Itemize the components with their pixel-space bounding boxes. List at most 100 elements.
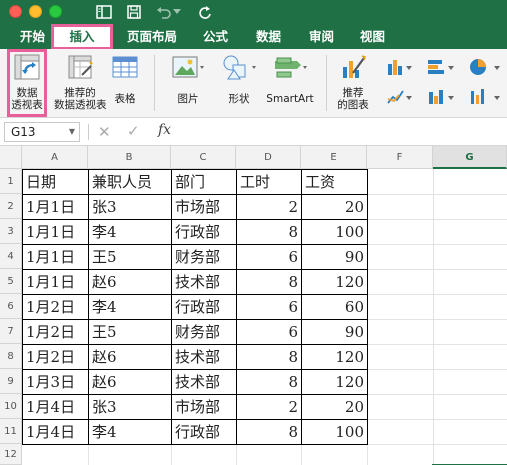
row-header[interactable]: 10 [0,394,22,419]
data-cell[interactable]: 财务部 [172,320,236,344]
data-cell[interactable]: 王5 [89,320,171,344]
data-cell[interactable]: 120 [302,345,367,369]
header-cell[interactable]: 工时 [237,170,301,194]
data-cell[interactable]: 1月2日 [23,295,88,319]
data-cell[interactable]: 1月1日 [23,195,88,219]
data-cell[interactable]: 行政部 [172,220,236,244]
pivot-table-button[interactable]: 数据 透视表 [9,53,45,111]
data-cell[interactable]: 市场部 [172,195,236,219]
data-cell[interactable]: 100 [302,420,367,444]
minimize-window-button[interactable] [29,5,42,18]
line-chart-button[interactable] [386,87,414,110]
confirm-entry-icon[interactable]: ✓ [127,122,140,140]
column-header-f[interactable]: F [367,146,433,169]
row-header[interactable]: 4 [0,244,22,269]
undo-icon[interactable] [155,3,173,21]
data-cell[interactable]: 技术部 [172,345,236,369]
data-cell[interactable]: 8 [237,220,301,244]
column-header-g[interactable]: G [433,146,507,169]
data-cell[interactable]: 1月1日 [23,245,88,269]
data-cell[interactable]: 技术部 [172,270,236,294]
data-cell[interactable]: 60 [302,295,367,319]
other-chart-button[interactable] [468,87,502,110]
data-cell[interactable]: 8 [237,270,301,294]
name-box[interactable]: G13 ▼ [4,122,80,142]
data-cell[interactable]: 2 [237,195,301,219]
close-window-button[interactable] [9,5,22,18]
row-header[interactable]: 6 [0,294,22,319]
column-header-a[interactable]: A [22,146,88,169]
data-cell[interactable]: 1月1日 [23,270,88,294]
data-cell[interactable]: 张3 [89,195,171,219]
smartart-button[interactable]: SmartArt [264,53,316,105]
data-cell[interactable]: 财务部 [172,245,236,269]
tab-review[interactable]: 审阅 [309,25,334,49]
data-cell[interactable]: 李4 [89,220,171,244]
redo-icon[interactable] [196,3,214,21]
data-cell[interactable]: 120 [302,370,367,394]
name-box-dropdown-icon[interactable]: ▼ [69,123,75,141]
pictures-button[interactable]: 图片 [168,53,208,105]
data-cell[interactable]: 行政部 [172,295,236,319]
data-cell[interactable]: 王5 [89,245,171,269]
data-cell[interactable]: 市场部 [172,395,236,419]
column-header-c[interactable]: C [171,146,236,169]
maximize-window-button[interactable] [49,5,62,18]
formula-input[interactable] [185,122,503,142]
row-header[interactable]: 1 [0,169,22,194]
data-cell[interactable]: 120 [302,270,367,294]
spreadsheet-grid[interactable]: A B C D E F G 1 2 3 4 5 6 7 8 9 10 11 12 日期 兼职人员 部门 工时 工资 1月1日 张3… [0,146,507,465]
undo-dropdown-icon[interactable] [172,3,182,21]
header-cell[interactable]: 兼职人员 [89,170,171,194]
tab-page-layout[interactable]: 页面布局 [127,25,177,49]
header-cell[interactable]: 日期 [23,170,88,194]
column-header-d[interactable]: D [236,146,301,169]
row-header[interactable]: 11 [0,419,22,444]
data-cell[interactable]: 赵6 [89,345,171,369]
data-cell[interactable]: 90 [302,320,367,344]
row-header[interactable]: 7 [0,319,22,344]
save-icon[interactable] [125,3,143,21]
row-header[interactable]: 3 [0,219,22,244]
data-cell[interactable]: 20 [302,395,367,419]
tab-data[interactable]: 数据 [256,25,281,49]
data-cell[interactable]: 李4 [89,420,171,444]
data-cell[interactable]: 1月4日 [23,420,88,444]
sidebar-icon[interactable] [95,3,113,21]
data-cell[interactable]: 1月1日 [23,220,88,244]
area-chart-button[interactable] [426,87,456,110]
data-cell[interactable]: 1月2日 [23,345,88,369]
recommended-charts-button[interactable]: 推荐 的图表 [334,53,372,111]
bar-chart-button[interactable] [426,57,456,80]
recommended-pivot-button[interactable]: 推荐的 数据透视表 [54,53,107,111]
column-header-b[interactable]: B [88,146,171,169]
data-cell[interactable]: 李4 [89,295,171,319]
data-cell[interactable]: 20 [302,195,367,219]
data-cell[interactable]: 100 [302,220,367,244]
tab-view[interactable]: 视图 [360,25,385,49]
cancel-entry-icon[interactable]: ✕ [98,123,111,141]
data-cell[interactable]: 技术部 [172,370,236,394]
data-cell[interactable]: 行政部 [172,420,236,444]
data-cell[interactable]: 赵6 [89,270,171,294]
data-cell[interactable]: 1月3日 [23,370,88,394]
data-cell[interactable]: 张3 [89,395,171,419]
data-cell[interactable]: 90 [302,245,367,269]
header-cell[interactable]: 部门 [172,170,236,194]
column-chart-button[interactable] [386,57,414,80]
data-cell[interactable]: 1月2日 [23,320,88,344]
data-cell[interactable]: 赵6 [89,370,171,394]
tab-home[interactable]: 开始 [20,25,45,49]
header-cell[interactable]: 工资 [302,170,367,194]
row-header[interactable]: 2 [0,194,22,219]
shapes-button[interactable]: 形状 [218,53,260,105]
data-cell[interactable]: 8 [237,420,301,444]
row-header[interactable]: 8 [0,344,22,369]
table-button[interactable]: 表格 [110,53,140,105]
data-cell[interactable]: 8 [237,345,301,369]
insert-function-icon[interactable]: fx [158,122,171,138]
tab-insert[interactable]: 插入 [54,25,110,49]
pie-chart-button[interactable] [468,57,502,80]
select-all-corner[interactable] [0,146,22,169]
row-header[interactable]: 12 [0,444,22,465]
